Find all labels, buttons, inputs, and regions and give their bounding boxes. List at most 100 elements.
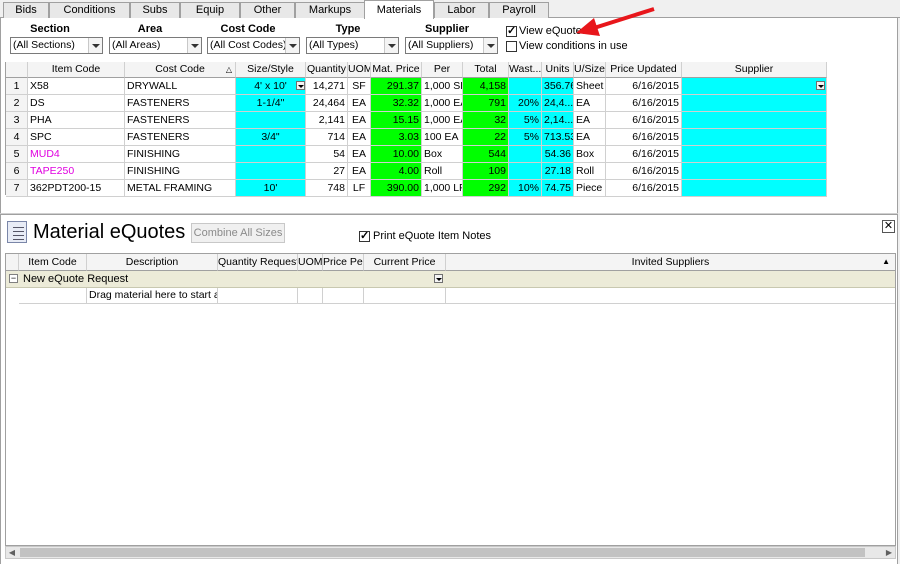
supplier-cell[interactable]: [682, 129, 827, 146]
units-cell[interactable]: 54.36: [542, 146, 574, 163]
equote-current-price-cell[interactable]: [364, 288, 446, 304]
equote-item-code-cell[interactable]: [19, 288, 87, 304]
units-cell[interactable]: 2,14...: [542, 112, 574, 129]
chevron-down-icon[interactable]: [88, 38, 102, 53]
cost-code-cell[interactable]: METAL FRAMING: [125, 180, 236, 197]
splitter[interactable]: [0, 213, 898, 215]
chevron-down-icon[interactable]: [384, 38, 398, 53]
price-updated-cell[interactable]: 6/16/2015: [606, 163, 682, 180]
mat-price-cell[interactable]: 15.15: [371, 112, 422, 129]
col-header-current-price[interactable]: Current Price: [364, 254, 446, 271]
col-header-cost-code[interactable]: Cost Code △: [125, 62, 236, 78]
cost-code-cell[interactable]: FINISHING: [125, 146, 236, 163]
mat-price-cell[interactable]: 4.00: [371, 163, 422, 180]
units-cell[interactable]: 74.75: [542, 180, 574, 197]
u-size-cell[interactable]: Roll: [574, 163, 606, 180]
tab-labor[interactable]: Labor: [434, 2, 489, 18]
item-code-cell[interactable]: 362PDT200-15: [28, 180, 125, 197]
per-cell[interactable]: Box: [422, 146, 463, 163]
col-header-price-per[interactable]: Price Per: [323, 254, 364, 271]
quantity-cell[interactable]: 2,141: [306, 112, 348, 129]
view-conditions-checkbox[interactable]: [506, 41, 517, 52]
col-header-per[interactable]: Per: [422, 62, 463, 78]
supplier-cell[interactable]: [682, 95, 827, 112]
quantity-cell[interactable]: 54: [306, 146, 348, 163]
units-cell[interactable]: 24,4...: [542, 95, 574, 112]
cost-code-cell[interactable]: FASTENERS: [125, 95, 236, 112]
chevron-down-icon[interactable]: [187, 38, 201, 53]
total-cell[interactable]: 22: [463, 129, 509, 146]
per-cell[interactable]: 1,000 SF: [422, 78, 463, 95]
total-cell[interactable]: 292: [463, 180, 509, 197]
collapse-icon[interactable]: −: [9, 274, 18, 283]
view-equotes-checkbox[interactable]: [506, 24, 517, 37]
scroll-left-icon[interactable]: ◀: [6, 547, 18, 558]
size-style-cell[interactable]: 1-1/4": [236, 95, 306, 112]
supplier-cell[interactable]: [682, 163, 827, 180]
chevron-down-icon[interactable]: [483, 38, 497, 53]
supplier-cell[interactable]: [682, 180, 827, 197]
size-style-cell[interactable]: [236, 112, 306, 129]
col-header-item-code[interactable]: Item Code: [19, 254, 87, 271]
cost-code-cell[interactable]: DRYWALL: [125, 78, 236, 95]
tab-bids[interactable]: Bids: [3, 2, 49, 18]
horizontal-scrollbar[interactable]: ◀ ▶: [5, 546, 896, 559]
mat-price-cell[interactable]: 10.00: [371, 146, 422, 163]
per-cell[interactable]: 100 EA: [422, 129, 463, 146]
price-updated-cell[interactable]: 6/16/2015: [606, 146, 682, 163]
tab-equip[interactable]: Equip: [180, 2, 240, 18]
quantity-cell[interactable]: 24,464: [306, 95, 348, 112]
uom-cell[interactable]: SF: [348, 78, 371, 95]
item-code-cell[interactable]: X58: [28, 78, 125, 95]
equote-price-per-cell[interactable]: [323, 288, 364, 304]
col-header-uom[interactable]: UOM: [298, 254, 323, 271]
item-code-cell[interactable]: TAPE250: [28, 163, 125, 180]
equote-uom-cell[interactable]: [298, 288, 323, 304]
price-updated-cell[interactable]: 6/16/2015: [606, 112, 682, 129]
area-select[interactable]: (All Areas): [109, 37, 202, 54]
uom-cell[interactable]: EA: [348, 112, 371, 129]
per-cell[interactable]: 1,000 LF: [422, 180, 463, 197]
cost-code-select[interactable]: (All Cost Codes): [207, 37, 300, 54]
u-size-cell[interactable]: EA: [574, 112, 606, 129]
uom-cell[interactable]: EA: [348, 129, 371, 146]
scroll-thumb[interactable]: [20, 548, 865, 557]
col-header-total[interactable]: Total: [463, 62, 509, 78]
total-cell[interactable]: 4,158: [463, 78, 509, 95]
waste-cell[interactable]: [509, 78, 542, 95]
print-notes-checkbox[interactable]: [359, 229, 370, 242]
tab-conditions[interactable]: Conditions: [49, 2, 130, 18]
chevron-down-icon[interactable]: [285, 38, 299, 53]
equote-description-cell[interactable]: Drag material here to start a ne...: [87, 288, 218, 304]
tab-other[interactable]: Other: [240, 2, 295, 18]
tab-payroll[interactable]: Payroll: [489, 2, 549, 18]
total-cell[interactable]: 32: [463, 112, 509, 129]
col-header-mat-price[interactable]: Mat. Price: [371, 62, 422, 78]
mat-price-cell[interactable]: 390.00: [371, 180, 422, 197]
total-cell[interactable]: 544: [463, 146, 509, 163]
cost-code-cell[interactable]: FASTENERS: [125, 112, 236, 129]
units-cell[interactable]: 356.76: [542, 78, 574, 95]
tab-materials[interactable]: Materials: [364, 0, 434, 19]
col-header-quantity[interactable]: Quantity: [306, 62, 348, 78]
mat-price-cell[interactable]: 3.03: [371, 129, 422, 146]
quantity-cell[interactable]: 714: [306, 129, 348, 146]
item-code-cell[interactable]: PHA: [28, 112, 125, 129]
col-header-units[interactable]: Units: [542, 62, 574, 78]
total-cell[interactable]: 791: [463, 95, 509, 112]
supplier-select[interactable]: (All Suppliers): [405, 37, 498, 54]
per-cell[interactable]: Roll: [422, 163, 463, 180]
waste-cell[interactable]: 5%: [509, 112, 542, 129]
col-header-item-code[interactable]: Item Code: [28, 62, 125, 78]
price-updated-cell[interactable]: 6/16/2015: [606, 95, 682, 112]
close-icon[interactable]: ✕: [882, 220, 895, 233]
u-size-cell[interactable]: EA: [574, 129, 606, 146]
section-select[interactable]: (All Sections): [10, 37, 103, 54]
size-style-cell[interactable]: [236, 163, 306, 180]
size-style-cell[interactable]: 3/4": [236, 129, 306, 146]
u-size-cell[interactable]: Sheet: [574, 78, 606, 95]
col-header-description[interactable]: Description: [87, 254, 218, 271]
col-header-size-style[interactable]: Size/Style: [236, 62, 306, 78]
item-code-cell[interactable]: MUD4: [28, 146, 125, 163]
uom-cell[interactable]: EA: [348, 146, 371, 163]
